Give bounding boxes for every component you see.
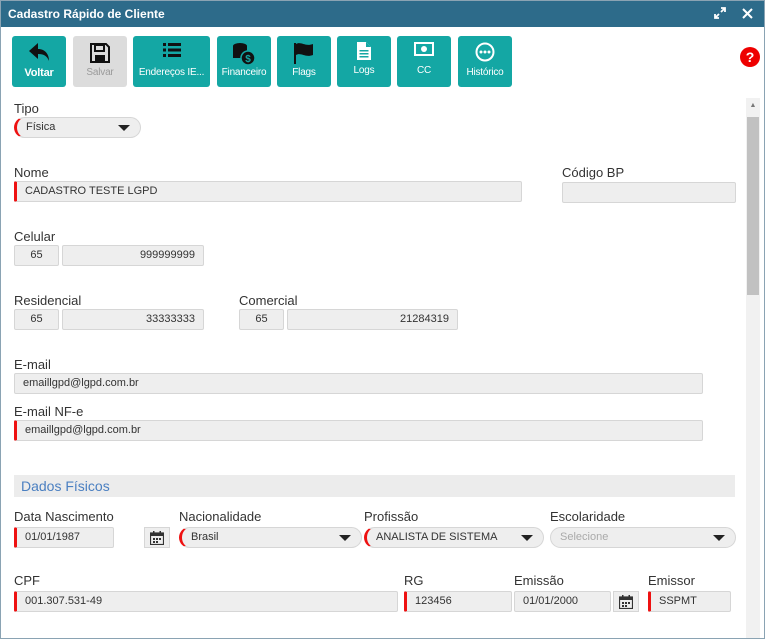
emissor-label: Emissor — [648, 573, 695, 588]
calendar-icon[interactable] — [144, 527, 170, 548]
residencial-number-input[interactable]: 33333333 — [62, 309, 204, 330]
tipo-select-value: Física — [26, 121, 56, 133]
comercial-ddd-input[interactable]: 65 — [239, 309, 284, 330]
nacionalidade-select-value: Brasil — [191, 531, 219, 543]
dialog-window: Cadastro Rápido de Cliente Voltar Salvar… — [0, 0, 765, 639]
emissao-label: Emissão — [514, 573, 564, 588]
financial-button[interactable]: $ Financeiro — [217, 36, 271, 87]
back-button-label: Voltar — [24, 67, 54, 79]
document-icon — [357, 42, 371, 60]
addresses-button-label: Endereços IE... — [138, 67, 205, 78]
profissao-select[interactable]: ANALISTA DE SISTEMA — [364, 527, 544, 548]
coins-icon: $ — [233, 43, 256, 66]
chevron-down-icon — [118, 125, 130, 131]
email-nfe-input[interactable]: emaillgpd@lgpd.com.br — [14, 420, 703, 441]
emissor-input[interactable]: SSPMT — [648, 591, 731, 612]
emissao-input[interactable]: 01/01/2000 — [514, 591, 611, 612]
svg-text:$: $ — [245, 54, 251, 65]
profissao-label: Profissão — [364, 509, 419, 524]
flags-button[interactable]: Flags — [277, 36, 331, 87]
close-icon[interactable] — [737, 4, 757, 24]
email-label: E-mail — [14, 357, 51, 372]
back-button[interactable]: Voltar — [12, 36, 66, 87]
cc-button[interactable]: CC — [397, 36, 451, 87]
money-icon — [414, 42, 434, 56]
nome-label: Nome — [14, 165, 49, 180]
chevron-down-icon — [521, 535, 533, 541]
scrollbar-thumb[interactable] — [747, 117, 759, 295]
window-title: Cadastro Rápido de Cliente — [8, 7, 165, 21]
floppy-disk-icon — [90, 43, 110, 63]
logs-button[interactable]: Logs — [337, 36, 391, 87]
tipo-label: Tipo — [14, 101, 39, 116]
section-title: Dados Físicos — [21, 478, 110, 494]
addresses-button[interactable]: Endereços IE... — [133, 36, 210, 87]
data-nascimento-label: Data Nascimento — [14, 509, 114, 524]
escolaridade-select[interactable]: Selecione — [550, 527, 736, 548]
profissao-select-value: ANALISTA DE SISTEMA — [376, 531, 498, 543]
financial-button-label: Financeiro — [221, 67, 267, 78]
history-button[interactable]: Histórico — [458, 36, 512, 87]
logs-button-label: Logs — [353, 65, 375, 76]
calendar-icon[interactable] — [613, 591, 639, 612]
comercial-number-input[interactable]: 21284319 — [287, 309, 458, 330]
back-arrow-icon — [29, 43, 49, 61]
nome-input[interactable]: CADASTRO TESTE LGPD — [14, 181, 522, 202]
scroll-up-arrow-icon[interactable]: ▲ — [746, 100, 760, 112]
nacionalidade-select[interactable]: Brasil — [179, 527, 362, 548]
celular-label: Celular — [14, 229, 56, 244]
save-button-label: Salvar — [86, 67, 114, 78]
expand-icon[interactable] — [710, 4, 730, 24]
dados-fisicos-section-header: Dados Físicos — [14, 475, 735, 497]
cc-button-label: CC — [416, 65, 432, 76]
title-bar: Cadastro Rápido de Cliente — [1, 1, 764, 27]
rg-label: RG — [404, 573, 424, 588]
escolaridade-select-placeholder: Selecione — [560, 531, 609, 543]
codigo-bp-input[interactable] — [562, 182, 736, 203]
comercial-label: Comercial — [239, 293, 298, 308]
list-icon — [162, 43, 181, 57]
chevron-down-icon — [339, 535, 351, 541]
save-button[interactable]: Salvar — [73, 36, 127, 87]
residencial-label: Residencial — [14, 293, 82, 308]
celular-ddd-input[interactable]: 65 — [14, 245, 59, 266]
ellipsis-circle-icon — [475, 42, 495, 62]
flag-icon — [294, 43, 313, 64]
residencial-ddd-input[interactable]: 65 — [14, 309, 59, 330]
history-button-label: Histórico — [466, 67, 504, 78]
escolaridade-label: Escolaridade — [550, 509, 626, 524]
celular-number-input[interactable]: 999999999 — [62, 245, 204, 266]
chevron-down-icon — [713, 535, 725, 541]
help-icon[interactable]: ? — [740, 47, 760, 67]
data-nascimento-input[interactable]: 01/01/1987 — [14, 527, 114, 548]
email-input[interactable]: emaillgpd@lgpd.com.br — [14, 373, 703, 394]
cpf-input[interactable]: 001.307.531-49 — [14, 591, 398, 612]
rg-input[interactable]: 123456 — [404, 591, 512, 612]
codigo-bp-label: Código BP — [562, 165, 625, 180]
cpf-label: CPF — [14, 573, 40, 588]
email-nfe-label: E-mail NF-e — [14, 404, 84, 419]
flags-button-label: Flags — [292, 67, 316, 78]
tipo-select[interactable]: Física — [14, 117, 141, 138]
nacionalidade-label: Nacionalidade — [179, 509, 262, 524]
